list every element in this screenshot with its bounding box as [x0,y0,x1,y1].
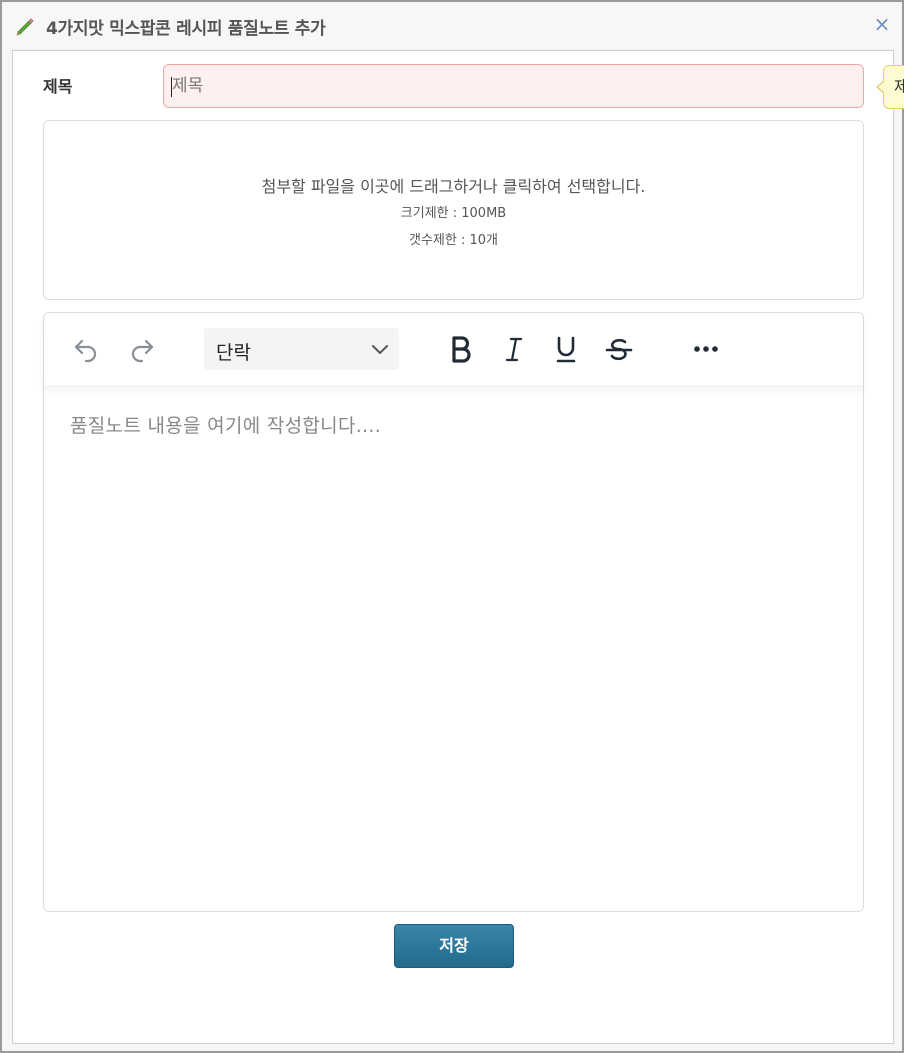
editor-placeholder[interactable]: 품질노트 내용을 여기에 작성합니다.... [70,411,381,438]
italic-icon[interactable] [498,333,530,365]
bold-icon[interactable] [445,333,477,365]
title-label: 제목 [43,77,73,96]
dialog-titlebar: 4가지맛 믹스팝콘 레시피 품질노트 추가 × [2,2,902,48]
underline-icon[interactable] [550,333,582,365]
dialog-content: 제목 제 첨부할 파일을 이곳에 드래그하거나 클릭하여 선택합니다. 크기제한… [12,50,904,1044]
text-caret [171,77,172,97]
editor-toolbar: 단락 [44,313,863,385]
dialog: 4가지맛 믹스팝콘 레시피 품질노트 추가 × 제목 제 첨부할 파일을 이곳에… [0,0,904,1053]
strikethrough-icon[interactable] [603,333,635,365]
more-icon[interactable] [690,333,722,365]
block-format-select[interactable]: 단락 [204,328,399,370]
block-format-value: 단락 [216,342,251,364]
redo-icon[interactable] [126,333,158,365]
pencil-icon [14,14,36,36]
close-icon[interactable]: × [870,12,894,36]
dropzone-size-limit: 크기제한 : 100MB [400,206,507,221]
dropzone-count-limit: 갯수제한 : 10개 [409,233,498,248]
dialog-title: 4가지맛 믹스팝콘 레시피 품질노트 추가 [46,19,326,39]
chevron-down-icon [371,340,389,362]
title-input[interactable] [163,64,864,108]
file-dropzone[interactable]: 첨부할 파일을 이곳에 드래그하거나 클릭하여 선택합니다. 크기제한 : 10… [43,120,864,300]
dropzone-instruction: 첨부할 파일을 이곳에 드래그하거나 클릭하여 선택합니다. [261,177,646,196]
validation-tooltip: 제 [876,65,904,109]
rich-text-editor: 단락 품질노트 내용을 여기에 작성합니다.... [43,312,864,912]
undo-icon[interactable] [70,333,102,365]
save-button[interactable]: 저장 [394,924,514,968]
